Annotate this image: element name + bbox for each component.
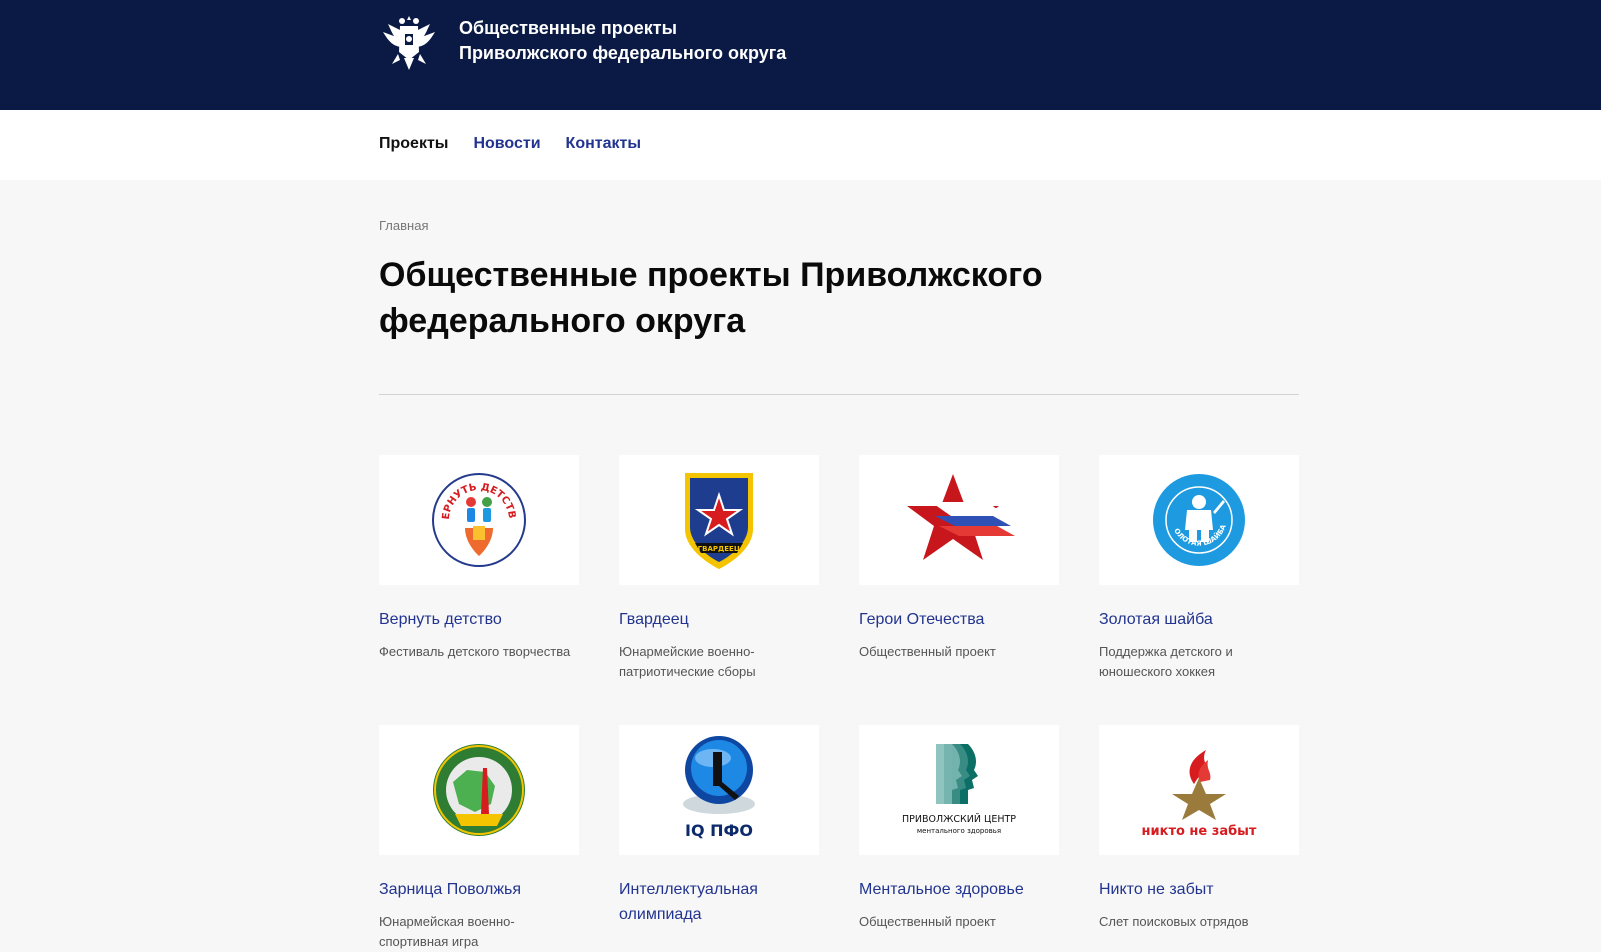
- page-title: Общественные проекты Приволжского федера…: [379, 256, 1043, 340]
- double-headed-eagle-emblem-icon[interactable]: [378, 10, 440, 72]
- project-card-geroi-otechestva[interactable]: Герои Отечества Общественный проект: [859, 455, 1059, 662]
- mental-health-heads-logo-icon: ПРИВОЛЖСКИЙ ЦЕНТР ментального здоровья: [902, 744, 1016, 835]
- nav-item-news[interactable]: Новости: [473, 135, 540, 153]
- project-card-gvardeets[interactable]: ГВАРДЕЕЦ Гвардеец Юнармейские военно-пат…: [619, 455, 819, 682]
- site-header: Общественные проекты Приволжского федера…: [0, 0, 1601, 110]
- project-logo[interactable]: [859, 455, 1059, 585]
- mental-health-logo-subtext: ментального здоровья: [917, 827, 1001, 835]
- site-title-line1: Общественные проекты: [459, 18, 677, 38]
- project-logo[interactable]: ЗОЛОТАЯ ШАЙБА: [1099, 455, 1299, 585]
- breadcrumb-home[interactable]: Главная: [379, 218, 428, 233]
- project-title[interactable]: Никто не забыт: [1099, 877, 1299, 902]
- mental-health-logo-text: ПРИВОЛЖСКИЙ ЦЕНТР: [902, 813, 1016, 825]
- project-title[interactable]: Золотая шайба: [1099, 607, 1299, 632]
- iq-pfo-logo-icon: IQ ПФО: [683, 736, 755, 840]
- project-card-mentalnoe-zdorove[interactable]: ПРИВОЛЖСКИЙ ЦЕНТР ментального здоровья М…: [859, 725, 1059, 932]
- iq-pfo-logo-text: IQ ПФО: [685, 821, 753, 840]
- project-description: Поддержка детского и юношеского хоккея: [1099, 644, 1233, 679]
- project-description: Фестиваль детского творчества: [379, 644, 571, 659]
- red-star-flag-logo-icon: [907, 474, 1015, 560]
- zarnitsa-map-logo-icon: [433, 744, 525, 836]
- project-card-vernut-detstvo[interactable]: ВЕРНУТЬ ДЕТСТВО Вернуть детство Фестивал…: [379, 455, 579, 662]
- project-description: Юнармейские военно-патриотические сборы: [619, 644, 756, 679]
- project-card-zarnitsa-povolzhya[interactable]: Зарница Поволжья Юнармейская военно-спор…: [379, 725, 579, 952]
- project-title[interactable]: Ментальное здоровье: [859, 877, 1059, 902]
- project-title[interactable]: Вернуть детство: [379, 607, 579, 632]
- project-logo[interactable]: ВЕРНУТЬ ДЕТСТВО: [379, 455, 579, 585]
- vernut-detstvo-logo-icon: ВЕРНУТЬ ДЕТСТВО: [429, 470, 526, 567]
- nav-item-projects[interactable]: Проекты: [379, 135, 448, 153]
- project-description: Юнармейская военно-спортивная игра: [379, 914, 515, 949]
- project-title[interactable]: Герои Отечества: [859, 607, 1059, 632]
- site-title-line2: Приволжского федерального округа: [459, 43, 787, 63]
- project-title[interactable]: Гвардеец: [619, 607, 819, 632]
- project-logo[interactable]: IQ ПФО: [619, 725, 819, 855]
- gvardeets-logo-text: ГВАРДЕЕЦ: [698, 545, 741, 553]
- project-title[interactable]: Интеллектуальная олимпиада: [619, 877, 819, 927]
- project-logo[interactable]: [379, 725, 579, 855]
- golden-puck-hockey-logo-icon: ЗОЛОТАЯ ШАЙБА: [1151, 472, 1245, 566]
- project-logo[interactable]: никто не забыт: [1099, 725, 1299, 855]
- project-logo[interactable]: ПРИВОЛЖСКИЙ ЦЕНТР ментального здоровья: [859, 725, 1059, 855]
- nav-item-contacts[interactable]: Контакты: [566, 135, 641, 153]
- project-title[interactable]: Зарница Поволжья: [379, 877, 579, 902]
- project-logo[interactable]: ГВАРДЕЕЦ: [619, 455, 819, 585]
- eternal-flame-star-logo-icon: никто не забыт: [1142, 750, 1257, 839]
- project-card-iq-olimpiada[interactable]: IQ ПФО Интеллектуальная олимпиада: [619, 725, 819, 937]
- project-card-nikto-ne-zabyt[interactable]: никто не забыт Никто не забыт Слет поиск…: [1099, 725, 1299, 932]
- project-description: Слет поисковых отрядов: [1099, 914, 1249, 929]
- site-title[interactable]: Общественные проекты Приволжского федера…: [459, 16, 786, 66]
- project-description: Общественный проект: [859, 914, 996, 929]
- gvardeets-shield-logo-icon: ГВАРДЕЕЦ: [685, 473, 753, 569]
- nikto-ne-zabyt-logo-text: никто не забыт: [1142, 824, 1257, 839]
- project-description: Общественный проект: [859, 644, 996, 659]
- divider: [379, 394, 1299, 395]
- main-navigation: Проекты Новости Контакты: [0, 110, 1601, 180]
- project-card-zolotaya-shaiba[interactable]: ЗОЛОТАЯ ШАЙБА Золотая шайба Поддержка де…: [1099, 455, 1299, 682]
